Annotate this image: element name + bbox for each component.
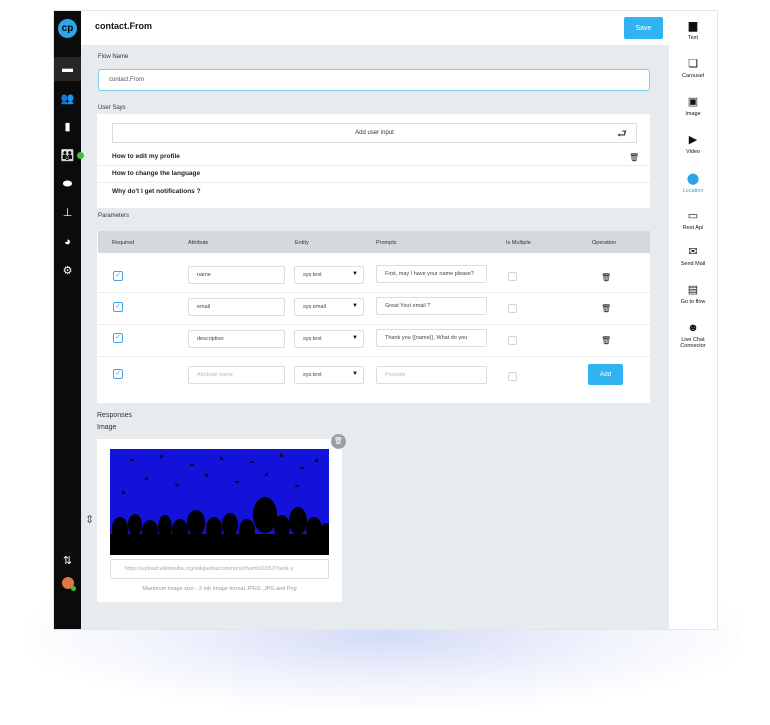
- prompt-field[interactable]: Thank you {{name}}, What do you: [376, 329, 487, 347]
- required-checkbox[interactable]: ✓: [113, 333, 123, 343]
- attribute-field[interactable]: description: [188, 330, 285, 348]
- avatar-status-dot: [71, 586, 76, 591]
- required-checkbox[interactable]: ✓: [113, 302, 123, 312]
- column-header: Prompts: [376, 240, 397, 246]
- new-attribute-input[interactable]: Attribute name: [188, 366, 285, 384]
- utterance-item: How to change the language: [112, 170, 201, 177]
- is-multiple-checkbox[interactable]: [508, 272, 517, 281]
- tool-carousel[interactable]: ❏ Carousel: [669, 57, 717, 79]
- text-file-icon: ▆: [688, 20, 698, 32]
- settings-icon[interactable]: ⚙: [54, 259, 81, 283]
- divider: [98, 324, 650, 325]
- mail-icon: ✉: [688, 246, 698, 258]
- chevron-down-icon: ▼: [352, 371, 358, 377]
- analytics-icon[interactable]: ◕: [54, 230, 81, 254]
- is-multiple-checkbox[interactable]: [508, 336, 517, 345]
- response-image: [110, 449, 329, 555]
- tool-label: Carousel: [681, 73, 704, 79]
- tool-go-to-flow[interactable]: ▤ Go to flow: [669, 283, 717, 305]
- trash-icon[interactable]: 🗑: [601, 336, 611, 345]
- app-window: cp ▬ 👥 ▮ 👪 ⬬ ⊥ ◕ ⚙ ⇅ contact.From Save F…: [54, 11, 717, 629]
- column-header: Is Multiple: [506, 240, 531, 246]
- page-title: contact.From: [95, 21, 153, 31]
- tool-text[interactable]: ▆ Text: [669, 19, 717, 41]
- flow-name-label: Flow Name: [98, 54, 129, 60]
- tool-location[interactable]: ⬤ Location: [669, 172, 717, 194]
- tool-label: Live Chat Connector: [680, 337, 706, 349]
- prompt-field[interactable]: First, may I have your name please?: [376, 265, 487, 283]
- goto-flow-icon: ▤: [687, 284, 699, 296]
- attribute-field[interactable]: name: [188, 266, 285, 284]
- chevron-down-icon: ▼: [352, 303, 358, 309]
- add-parameter-button[interactable]: Add: [588, 364, 623, 385]
- image-size-hint: Maximum image size - 2 mb Image format J…: [142, 586, 297, 592]
- tool-send-mail[interactable]: ✉ Send Mail: [669, 245, 717, 267]
- tool-rest-api[interactable]: ▭ Rest Api: [669, 209, 717, 231]
- location-pin-icon: ⬤: [686, 173, 700, 185]
- tool-video[interactable]: ▶ Video: [669, 133, 717, 155]
- is-multiple-checkbox[interactable]: [508, 372, 517, 381]
- sitemap-icon[interactable]: ⊥: [54, 201, 81, 225]
- api-icon: ▭: [687, 210, 699, 222]
- logo: cp: [58, 19, 77, 38]
- video-icon: ▶: [688, 134, 698, 146]
- column-header: Operation: [592, 240, 617, 246]
- attribute-field[interactable]: email: [188, 298, 285, 316]
- is-multiple-checkbox[interactable]: [508, 304, 517, 313]
- divider: [97, 182, 650, 183]
- trash-icon[interactable]: 🗑: [629, 153, 639, 162]
- top-bar: contact.From Save: [81, 11, 669, 45]
- chevron-down-icon: ▼: [352, 335, 358, 341]
- tool-label: Rest Api: [682, 225, 704, 231]
- parameters-card: [97, 231, 650, 403]
- book-icon[interactable]: ▮: [54, 115, 81, 139]
- divider: [98, 356, 650, 357]
- tool-image[interactable]: ▣ Image: [669, 95, 717, 117]
- users-icon[interactable]: 👥: [54, 87, 81, 111]
- utterance-item: How to edit my profile: [112, 153, 180, 160]
- chat-icon[interactable]: ▬: [54, 57, 81, 81]
- trash-icon[interactable]: 🗑: [601, 304, 611, 313]
- flow-name-input[interactable]: contact.From: [98, 69, 650, 91]
- divider: [98, 292, 650, 293]
- enter-icon[interactable]: ⮐: [617, 125, 627, 144]
- parameters-table-header: [98, 231, 650, 253]
- tool-live-chat[interactable]: ☻ Live Chat Connector: [669, 321, 717, 349]
- user-says-label: User Says: [98, 105, 126, 111]
- required-checkbox[interactable]: ✓: [113, 369, 123, 379]
- utterance-item: Why do't I get notifications ?: [112, 188, 201, 195]
- column-header: Entity: [295, 240, 309, 246]
- required-checkbox[interactable]: ✓: [113, 271, 123, 281]
- new-prompt-input[interactable]: Prompts: [376, 366, 487, 384]
- column-header: Attribute: [188, 240, 209, 246]
- left-sidebar: cp ▬ 👥 ▮ 👪 ⬬ ⊥ ◕ ⚙ ⇅: [54, 11, 84, 629]
- parameters-label: Parameters: [98, 213, 130, 219]
- trash-icon[interactable]: 🗑: [601, 273, 611, 282]
- image-url-input[interactable]: https://upload.wikimedia.org/wikipedia/c…: [110, 559, 329, 579]
- agent-icon: ☻: [687, 322, 699, 334]
- carousel-icon: ❏: [688, 58, 698, 70]
- chevron-down-icon: ▼: [352, 271, 358, 277]
- tool-label: Send Mail: [680, 261, 706, 267]
- responses-label: Responses: [97, 412, 133, 419]
- tool-label: Text: [687, 35, 699, 41]
- response-type-label: Image: [97, 424, 117, 431]
- image-icon: ▣: [687, 96, 699, 108]
- divider: [97, 165, 650, 166]
- tool-label: Image: [685, 111, 701, 117]
- tool-label: Go to flow: [680, 299, 706, 305]
- bot-icon[interactable]: ⬬: [54, 172, 81, 196]
- tool-label: Video: [686, 149, 700, 155]
- save-button[interactable]: Save: [624, 17, 663, 39]
- prompt-field[interactable]: Great Yout email ?: [376, 297, 487, 315]
- drag-handle-icon[interactable]: ⇕: [85, 513, 94, 526]
- online-status-dot: [77, 152, 84, 159]
- add-user-input-field[interactable]: Add user input: [112, 123, 637, 143]
- right-toolbar: ▆ Text ❏ Carousel ▣ Image ▶ Video ⬤ Loca…: [669, 11, 717, 629]
- tool-label: Location: [682, 188, 704, 194]
- sort-icon[interactable]: ⇅: [54, 549, 81, 573]
- delete-response-icon[interactable]: 🗑: [331, 434, 346, 449]
- column-header: Required: [112, 240, 135, 246]
